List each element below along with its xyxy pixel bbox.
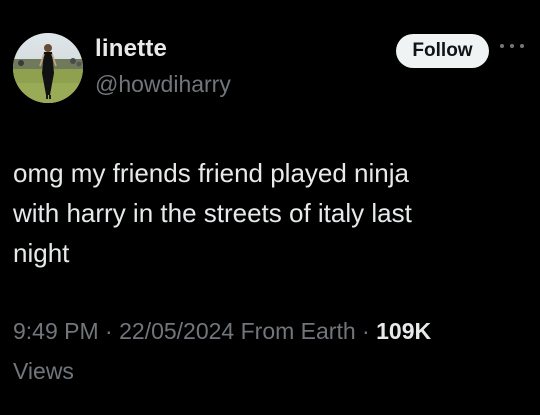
timestamp-time[interactable]: 9:49 PM: [13, 318, 99, 344]
views-count[interactable]: 109K: [376, 318, 431, 344]
dot: [510, 44, 514, 48]
tweet-text: omg my friends friend played ninja with …: [13, 158, 412, 268]
tweet-card: linette @howdiharry Follow omg my friend…: [0, 0, 540, 415]
views-label[interactable]: Views: [13, 358, 74, 384]
separator: ·: [98, 318, 120, 344]
dot: [520, 44, 524, 48]
separator: ·: [355, 318, 377, 344]
avatar-image: [13, 33, 83, 103]
display-name[interactable]: linette: [95, 35, 167, 63]
avatar[interactable]: [13, 33, 83, 103]
tweet-metadata: 9:49 PM · 22/05/2024 From Earth · 109K V…: [13, 311, 528, 391]
dot: [500, 44, 504, 48]
follow-button[interactable]: Follow: [396, 34, 489, 68]
timestamp-date[interactable]: 22/05/2024: [119, 318, 234, 344]
tweet-source: From Earth: [234, 318, 356, 344]
more-options-icon[interactable]: [500, 40, 524, 52]
user-handle[interactable]: @howdiharry: [95, 71, 231, 98]
